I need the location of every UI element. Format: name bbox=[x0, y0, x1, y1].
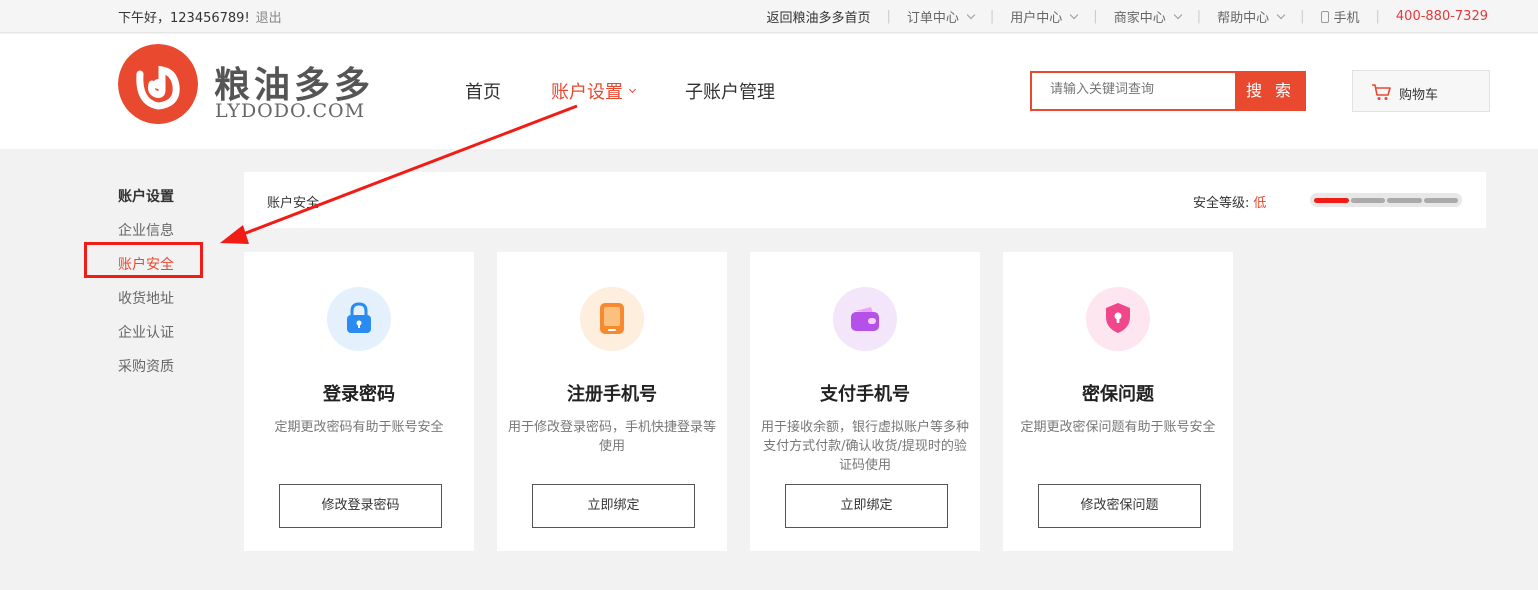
logout-link[interactable]: 退出 bbox=[256, 11, 282, 26]
bind-registered-phone-button[interactable]: 立即绑定 bbox=[532, 484, 695, 528]
mobile-label: 手机 bbox=[1333, 11, 1360, 26]
card-payment-phone: 支付手机号 用于接收余额，银行虚拟账户等多种支付方式付款/确认收货/提现时的验证… bbox=[750, 252, 980, 551]
card-title: 登录密码 bbox=[323, 384, 395, 405]
meter-segment bbox=[1387, 197, 1422, 203]
divider: | bbox=[1196, 9, 1202, 24]
help-center-menu[interactable]: 帮助中心 bbox=[1217, 7, 1286, 26]
top-bar: 下午好，123456789! 退出 返回粮油多多首页 | 订单中心 | 用户中心 … bbox=[0, 0, 1538, 33]
top-links: 返回粮油多多首页 | 订单中心 | 用户中心 | 商家中心 | 帮助中心 | 手… bbox=[766, 7, 1488, 26]
divider: | bbox=[1375, 9, 1380, 24]
merchant-center-label: 商家中心 bbox=[1113, 11, 1166, 26]
security-info-bar: 账户安全 安全等级: 低 bbox=[244, 172, 1486, 228]
sidebar-item-company-verification[interactable]: 企业认证 bbox=[118, 322, 174, 356]
divider: | bbox=[1300, 9, 1305, 24]
phone-icon bbox=[1320, 10, 1329, 23]
card-description: 定期更改密保问题有助于账号安全 bbox=[1020, 420, 1216, 435]
card-security-question: 密保问题 定期更改密保问题有助于账号安全 修改密保问题 bbox=[1003, 252, 1233, 551]
meter-segment bbox=[1350, 197, 1385, 203]
site-logo[interactable]: 粮油多多 LYDODO.COM bbox=[118, 44, 378, 128]
user-center-label: 用户中心 bbox=[1010, 11, 1063, 26]
nav-home[interactable]: 首页 bbox=[465, 78, 501, 104]
greeting-text: 下午好，123456789! bbox=[118, 11, 250, 26]
security-level-value: 低 bbox=[1253, 196, 1267, 211]
divider: | bbox=[1093, 9, 1098, 24]
chevron-down-icon bbox=[966, 10, 976, 19]
shield-icon bbox=[1086, 287, 1150, 351]
nav-account-settings[interactable]: 账户设置 bbox=[551, 78, 637, 104]
change-security-question-button[interactable]: 修改密保问题 bbox=[1038, 484, 1201, 528]
order-center-menu[interactable]: 订单中心 bbox=[906, 7, 976, 26]
card-description: 定期更改密码有助于账号安全 bbox=[274, 420, 444, 435]
card-registered-phone: 注册手机号 用于修改登录密码，手机快捷登录等使用 立即绑定 bbox=[497, 252, 727, 551]
logo-mark-icon bbox=[118, 44, 198, 124]
security-level-meter bbox=[1310, 193, 1462, 207]
nav-sub-accounts[interactable]: 子账户管理 bbox=[685, 78, 775, 104]
merchant-center-menu[interactable]: 商家中心 bbox=[1113, 7, 1182, 26]
search-button[interactable]: 搜 索 bbox=[1235, 71, 1306, 111]
card-title: 支付手机号 bbox=[820, 384, 910, 405]
cart-label: 购物车 bbox=[1399, 88, 1439, 103]
bind-payment-phone-button[interactable]: 立即绑定 bbox=[785, 484, 948, 528]
chevron-down-icon bbox=[1173, 10, 1182, 19]
card-title: 注册手机号 bbox=[567, 384, 657, 405]
home-link[interactable]: 返回粮油多多首页 bbox=[766, 7, 870, 26]
chevron-down-icon bbox=[628, 85, 637, 94]
tablet-icon bbox=[580, 287, 644, 351]
search-input[interactable] bbox=[1050, 82, 1230, 97]
card-title: 密保问题 bbox=[1082, 384, 1154, 405]
security-level-label: 安全等级: bbox=[1193, 196, 1250, 211]
mobile-link[interactable]: 手机 bbox=[1320, 7, 1360, 26]
card-description: 用于修改登录密码，手机快捷登录等使用 bbox=[507, 420, 716, 454]
main-nav: 首页 账户设置 子账户管理 bbox=[465, 78, 825, 104]
card-login-password: 登录密码 定期更改密码有助于账号安全 修改登录密码 bbox=[244, 252, 474, 551]
cart-icon bbox=[1372, 84, 1391, 100]
header: 粮油多多 LYDODO.COM 首页 账户设置 子账户管理 搜 索 购物车 bbox=[0, 34, 1538, 149]
sidebar-item-purchase-qualification[interactable]: 采购资质 bbox=[118, 356, 174, 390]
search-box: 搜 索 bbox=[1030, 71, 1306, 111]
nav-account-settings-label: 账户设置 bbox=[551, 82, 623, 103]
divider: | bbox=[886, 9, 891, 24]
security-level: 安全等级: 低 bbox=[1193, 192, 1266, 211]
meter-segment bbox=[1423, 197, 1458, 203]
order-center-label: 订单中心 bbox=[906, 11, 959, 26]
meter-segment bbox=[1314, 197, 1349, 203]
card-description: 用于接收余额，银行虚拟账户等多种支付方式付款/确认收货/提现时的验证码使用 bbox=[760, 420, 969, 473]
sidebar-title: 账户设置 bbox=[118, 189, 174, 205]
lock-icon bbox=[327, 287, 391, 351]
chevron-down-icon bbox=[1276, 10, 1286, 19]
sidebar-item-shipping-address[interactable]: 收货地址 bbox=[118, 288, 174, 322]
annotation-highlight-box bbox=[84, 242, 203, 278]
divider: | bbox=[989, 9, 995, 24]
hotline: 400-880-7329 bbox=[1395, 9, 1488, 24]
greeting: 下午好，123456789! 退出 bbox=[118, 7, 282, 26]
sidebar: 账户设置 企业信息 账户安全 收货地址 企业认证 采购资质 bbox=[118, 186, 174, 390]
change-login-password-button[interactable]: 修改登录密码 bbox=[279, 484, 442, 528]
breadcrumb: 账户安全 bbox=[267, 196, 320, 211]
wallet-icon bbox=[833, 287, 897, 351]
help-center-label: 帮助中心 bbox=[1217, 11, 1270, 26]
cart-button[interactable]: 购物车 bbox=[1352, 70, 1490, 112]
user-center-menu[interactable]: 用户中心 bbox=[1010, 7, 1079, 26]
logo-english-text: LYDODO.COM bbox=[215, 100, 366, 122]
chevron-down-icon bbox=[1070, 10, 1079, 19]
